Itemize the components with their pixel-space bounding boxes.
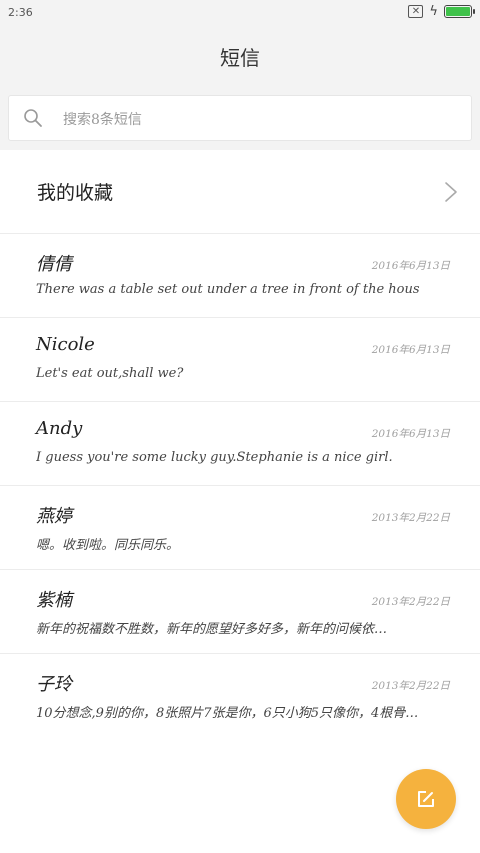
contact-name: Nicole <box>36 334 95 355</box>
status-time: 2:36 <box>8 6 33 19</box>
search-icon <box>24 109 42 127</box>
compose-icon <box>418 791 434 807</box>
search-input[interactable]: 搜索8条短信 <box>8 95 472 141</box>
battery-icon <box>444 5 475 18</box>
message-preview: Let's eat out,shall we? <box>36 366 184 381</box>
message-preview: There was a table set out under a tree i… <box>36 282 420 297</box>
message-date: 2013年2月22日 <box>371 596 450 608</box>
message-row[interactable]: 倩倩 2016年6月13日 There was a table set out … <box>0 234 480 318</box>
message-row[interactable]: 紫楠 2013年2月22日 新年的祝福数不胜数，新年的愿望好多好多，新年的问候依… <box>0 570 480 654</box>
favorites-label: 我的收藏 <box>37 182 114 204</box>
message-row[interactable]: Nicole 2016年6月13日 Let's eat out,shall we… <box>0 318 480 402</box>
page-title: 短信 <box>220 46 260 70</box>
message-preview: 10分想念,9别的你，8张照片7张是你，6只小狗5只像你，4根骨… <box>36 706 419 721</box>
bolt-icon: ϟ <box>429 4 438 19</box>
message-date: 2016年6月13日 <box>371 428 450 440</box>
message-preview: 嗯。收到啦。同乐同乐。 <box>36 538 180 553</box>
search-placeholder: 搜索8条短信 <box>63 112 142 128</box>
message-date: 2016年6月13日 <box>371 344 450 356</box>
status-icons: ✕ ϟ <box>408 4 475 19</box>
message-date: 2013年2月22日 <box>371 680 450 692</box>
contact-name: 子玲 <box>36 674 72 695</box>
status-bar: 2:36 ✕ ϟ <box>0 0 480 26</box>
message-list: 倩倩 2016年6月13日 There was a table set out … <box>0 234 480 738</box>
contact-name: 紫楠 <box>36 590 72 611</box>
battery-fill <box>446 7 470 16</box>
message-preview: I guess you're some lucky guy.Stephanie … <box>36 450 393 465</box>
message-row[interactable]: 子玲 2013年2月22日 10分想念,9别的你，8张照片7张是你，6只小狗5只… <box>0 654 480 738</box>
message-row[interactable]: Andy 2016年6月13日 I guess you're some luck… <box>0 402 480 486</box>
top-area: 2:36 ✕ ϟ 短信 搜索8条短信 <box>0 0 480 150</box>
sim-off-icon: ✕ <box>408 5 424 18</box>
message-date: 2013年2月22日 <box>371 512 450 524</box>
favorites-row[interactable]: 我的收藏 <box>0 150 480 234</box>
message-date: 2016年6月13日 <box>371 260 450 272</box>
contact-name: 燕婷 <box>36 506 72 527</box>
chevron-right-icon <box>445 182 457 202</box>
contact-name: Andy <box>36 418 83 439</box>
message-row[interactable]: 燕婷 2013年2月22日 嗯。收到啦。同乐同乐。 <box>0 486 480 570</box>
contact-name: 倩倩 <box>36 254 72 275</box>
compose-button[interactable] <box>396 769 456 829</box>
message-preview: 新年的祝福数不胜数，新年的愿望好多好多，新年的问候依… <box>36 622 388 637</box>
